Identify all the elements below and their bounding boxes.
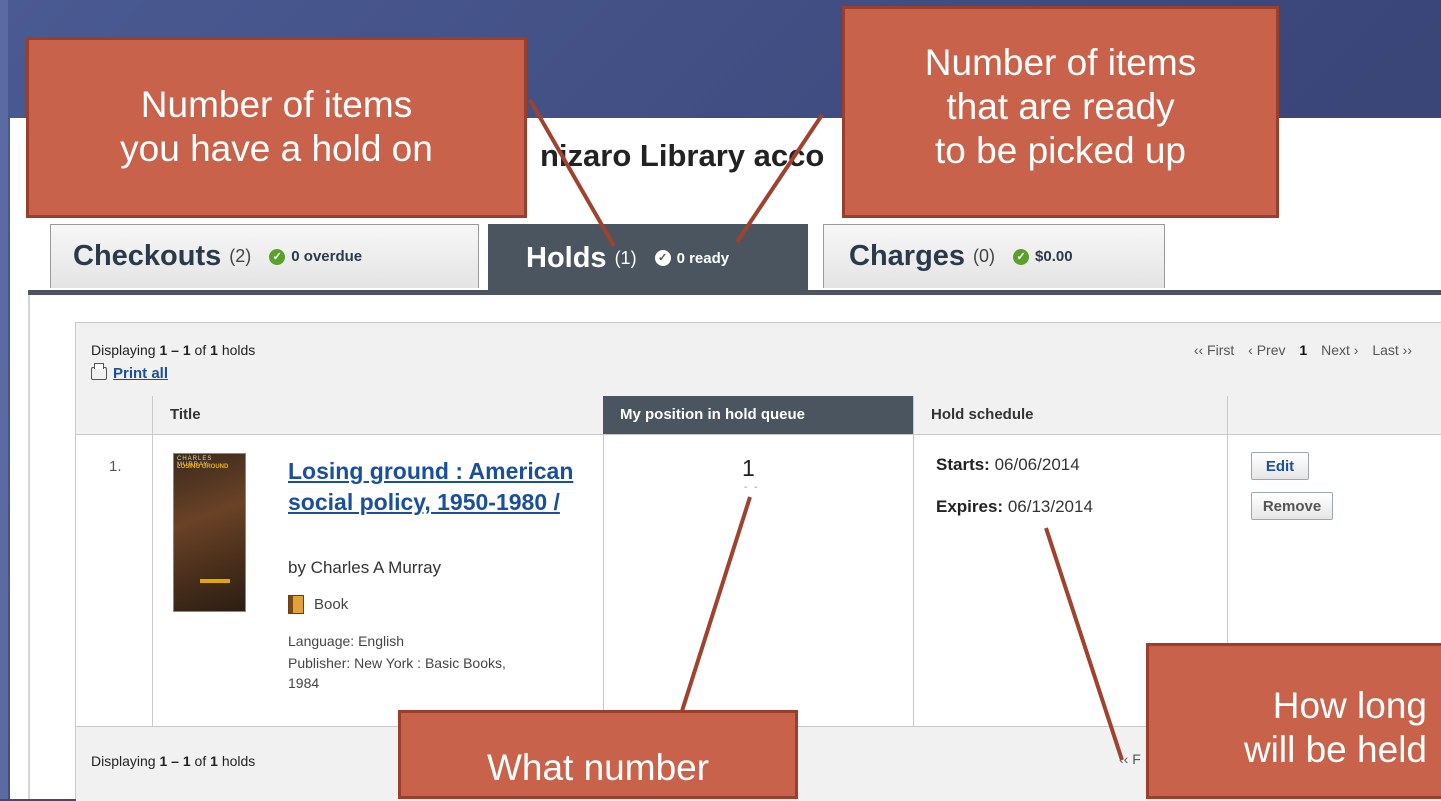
callout-line: to be picked up <box>935 130 1186 171</box>
callout-hold-length: How long will be held <box>1146 643 1441 799</box>
arrow-hold-length <box>1044 527 1124 761</box>
callout-line: Number of items <box>924 42 1197 83</box>
arrow-holds-count <box>528 99 616 247</box>
callout-holds-count: Number of items you have a hold on <box>26 37 527 218</box>
callout-line: you are in the <box>401 790 795 796</box>
callout-line: What number <box>486 747 710 788</box>
callout-line: you have a hold on <box>120 128 433 169</box>
callout-line: Number of items <box>140 84 413 125</box>
callout-line: How long <box>1272 685 1427 726</box>
arrow-queue-position <box>680 496 752 712</box>
arrow-ready-count <box>735 113 824 244</box>
callout-queue-position: What number you are in the <box>398 710 798 799</box>
callout-line: that are ready <box>946 86 1175 127</box>
callout-line: will be held <box>1243 729 1427 770</box>
callout-ready-count: Number of items that are ready to be pic… <box>842 6 1279 218</box>
